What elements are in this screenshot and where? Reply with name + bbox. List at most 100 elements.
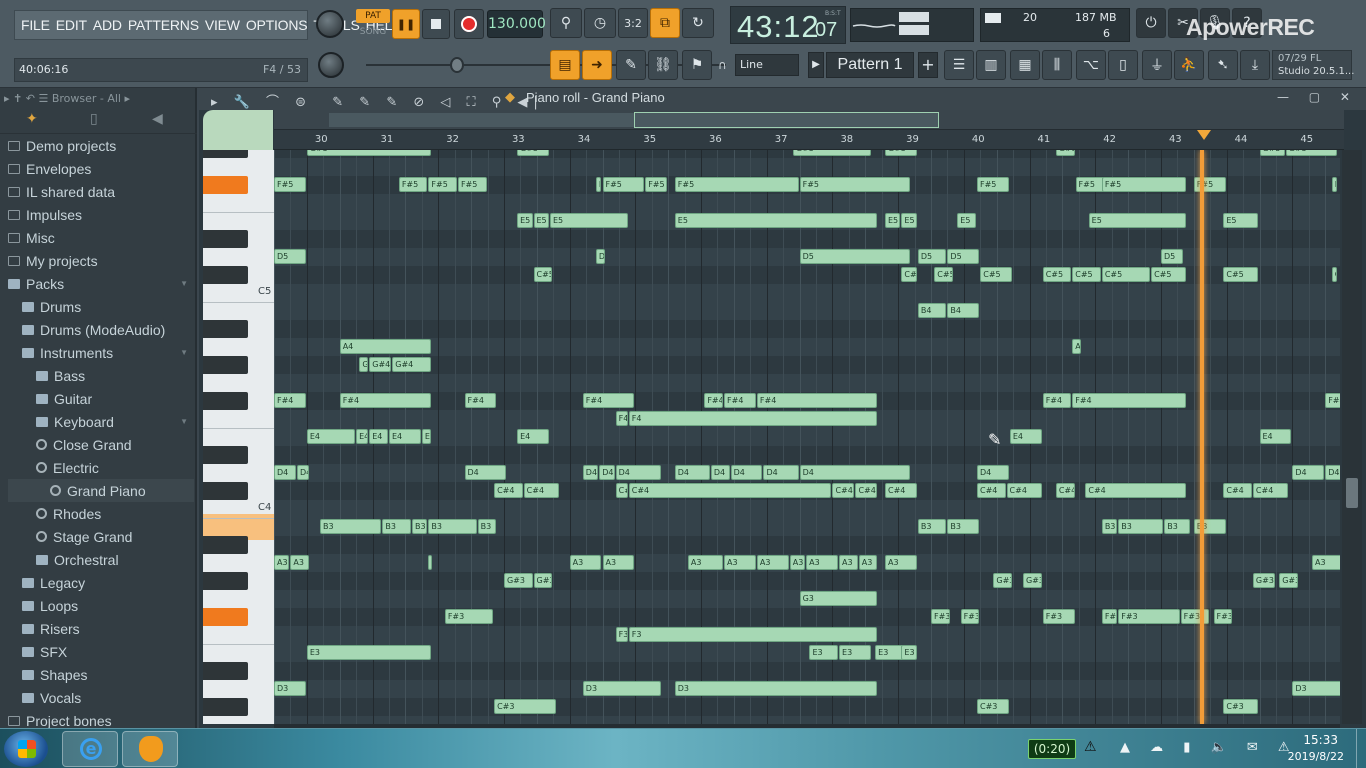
note-cs3[interactable]: C#3 bbox=[976, 699, 1009, 714]
piano-roll-tools[interactable]: ▸ 🔧 ⌒ ⊜ ✎ ✎ ✎ ⊘ ◁ ⛶ ⚲ ◀| bbox=[211, 91, 544, 110]
metronome-button[interactable]: ⚲ bbox=[550, 8, 582, 38]
piano-key-black[interactable] bbox=[203, 662, 248, 680]
note-fs5[interactable]: F#5 bbox=[1331, 177, 1338, 192]
snap-select[interactable]: Line bbox=[735, 54, 799, 76]
channel-rack-button[interactable]: ➜ bbox=[582, 50, 612, 80]
note-a3[interactable]: A3 bbox=[789, 555, 806, 570]
note-a3[interactable]: A3 bbox=[858, 555, 878, 570]
note-b3[interactable]: B3 bbox=[428, 519, 477, 534]
browser-item-rhodes[interactable]: Rhodes bbox=[8, 502, 194, 525]
pause-button[interactable]: ❚❚ bbox=[392, 9, 420, 39]
countdown-button[interactable]: 3:2 bbox=[618, 8, 648, 38]
note-e5[interactable]: E5 bbox=[549, 213, 628, 228]
note-cs3[interactable]: C#3 bbox=[1223, 699, 1259, 714]
vertical-scroll-thumb[interactable] bbox=[1346, 478, 1358, 508]
note-gs5[interactable]: G#5 bbox=[1285, 150, 1338, 156]
note-d4[interactable]: D4 bbox=[674, 465, 710, 480]
note-fs5[interactable]: F#5 bbox=[398, 177, 428, 192]
note-d5[interactable]: D5 bbox=[595, 249, 605, 264]
note-fs3[interactable]: F#3 bbox=[931, 609, 950, 624]
note-cs5[interactable]: C#5 bbox=[1151, 267, 1187, 282]
note-fs5[interactable]: F#5 bbox=[1101, 177, 1187, 192]
note-fs5[interactable]: F#5 bbox=[674, 177, 799, 192]
mixer-button[interactable]: ⫼ bbox=[1042, 50, 1072, 80]
expand-arrow-icon[interactable]: ▼ bbox=[180, 279, 188, 288]
browser-item-impulses[interactable]: Impulses bbox=[8, 203, 194, 226]
browser-item-vocals[interactable]: Vocals bbox=[8, 686, 194, 709]
piano-keyboard[interactable]: C5 C4 bbox=[203, 150, 274, 724]
taskbar-fl-studio[interactable] bbox=[122, 731, 178, 767]
piano-key-black[interactable] bbox=[203, 608, 248, 626]
browser-item-electric[interactable]: Electric bbox=[8, 456, 194, 479]
typing-keyboard-button[interactable]: ✎ bbox=[616, 50, 646, 80]
bar-number[interactable]: 36 bbox=[709, 134, 722, 145]
note-cs4[interactable]: C#4 bbox=[1252, 483, 1289, 498]
note-b4[interactable]: B4 bbox=[947, 303, 980, 318]
browser-item-instruments[interactable]: Instruments ▼ bbox=[8, 341, 194, 364]
note-d4[interactable]: D4 bbox=[730, 465, 763, 480]
main-volume-knob[interactable] bbox=[316, 10, 344, 38]
browser-item-misc[interactable]: Misc bbox=[8, 226, 194, 249]
note-fs3[interactable]: F#3 bbox=[1042, 609, 1075, 624]
browser-item-my-projects[interactable]: My projects bbox=[8, 249, 194, 272]
note-cs4[interactable]: C#4 bbox=[1006, 483, 1042, 498]
browser-item-envelopes[interactable]: Envelopes bbox=[8, 157, 194, 180]
note-e4[interactable]: E4 bbox=[517, 429, 549, 444]
note-fs5[interactable]: F#5 bbox=[645, 177, 668, 192]
menu-file[interactable]: FILE bbox=[21, 17, 50, 33]
note-gs5[interactable]: G#5 bbox=[1055, 150, 1075, 156]
pattern-play-button[interactable]: ▶ bbox=[808, 52, 824, 78]
tool-button-1[interactable]: ☰ bbox=[944, 50, 974, 80]
bar-number[interactable]: 42 bbox=[1103, 134, 1116, 145]
note-fs3[interactable]: F#3 bbox=[1101, 609, 1118, 624]
piano-key-black[interactable] bbox=[203, 230, 248, 248]
note-f3[interactable]: F3 bbox=[615, 627, 628, 642]
browser-item-sfx[interactable]: SFX bbox=[8, 640, 194, 663]
note-fs3[interactable]: F#3 bbox=[1118, 609, 1180, 624]
magnet-icon[interactable]: ∩ bbox=[718, 58, 727, 72]
note-cs4[interactable]: C#4 bbox=[523, 483, 559, 498]
note-fs5[interactable]: F#5 bbox=[1075, 177, 1105, 192]
note-gs3[interactable]: G#3 bbox=[1252, 573, 1275, 588]
piano-key-black[interactable] bbox=[203, 176, 248, 194]
browser-item-shapes[interactable]: Shapes bbox=[8, 663, 194, 686]
note-b3[interactable]: B3 bbox=[1101, 519, 1118, 534]
bar-number[interactable]: 43 bbox=[1169, 134, 1182, 145]
blend-recording-button[interactable]: ⧉ bbox=[650, 8, 680, 38]
note-fs4[interactable]: F#4 bbox=[1325, 393, 1340, 408]
tray-icons[interactable]: ▲ ☁ ▮ 🔈 ✉ ⚠ bbox=[1120, 740, 1298, 755]
news-panel[interactable]: 07/29 FL Studio 20.5.1... bbox=[1272, 50, 1354, 80]
note-e4[interactable]: E4 bbox=[1009, 429, 1042, 444]
note-d5[interactable]: D5 bbox=[799, 249, 911, 264]
browser-item-close-grand[interactable]: Close Grand bbox=[8, 433, 194, 456]
piano-key-black[interactable] bbox=[203, 150, 248, 158]
tempo-display[interactable]: 130.000 bbox=[487, 10, 546, 38]
note-fs3[interactable]: F#3 bbox=[960, 609, 980, 624]
note-cs5[interactable]: C#5 bbox=[980, 267, 1013, 282]
note-cs5[interactable]: C#5 bbox=[1072, 267, 1101, 282]
browser-item-risers[interactable]: Risers bbox=[8, 617, 194, 640]
overview-viewport[interactable] bbox=[634, 112, 939, 128]
menu-view[interactable]: VIEW bbox=[205, 17, 240, 33]
song-position-clock[interactable]: 43:12 B:S:T 07 bbox=[730, 6, 846, 44]
browser-item-orchestral[interactable]: Orchestral bbox=[8, 548, 194, 571]
note-gs5[interactable]: G#5 bbox=[306, 150, 431, 156]
note-d5[interactable]: D5 bbox=[947, 249, 980, 264]
note-b4[interactable]: B4 bbox=[917, 303, 947, 318]
menu-edit[interactable]: EDIT bbox=[56, 17, 87, 33]
note-a3[interactable]: A3 bbox=[569, 555, 602, 570]
note-cs4[interactable]: C#4 bbox=[1055, 483, 1075, 498]
note-d3[interactable]: D3 bbox=[274, 681, 306, 696]
time-ruler[interactable]: 30 31 32 33 34 35 36 37 38 39 40 41 42 43 44 45 bbox=[274, 130, 1344, 150]
note-gs4[interactable]: G#4 bbox=[392, 357, 431, 372]
note-cs5[interactable]: C#5 bbox=[901, 267, 917, 282]
tool-button-9[interactable]: ➷ bbox=[1208, 50, 1238, 80]
note-a3[interactable]: A3 bbox=[724, 555, 756, 570]
note-a4[interactable]: A4 bbox=[339, 339, 431, 354]
bar-number[interactable]: 31 bbox=[381, 134, 394, 145]
note-d4[interactable]: D4 bbox=[710, 465, 730, 480]
note-cs4[interactable]: C#4 bbox=[832, 483, 855, 498]
note-d5[interactable]: D5 bbox=[274, 249, 306, 264]
note-cs4[interactable]: C#4 bbox=[1085, 483, 1187, 498]
note-f4[interactable]: F4 bbox=[615, 411, 628, 426]
